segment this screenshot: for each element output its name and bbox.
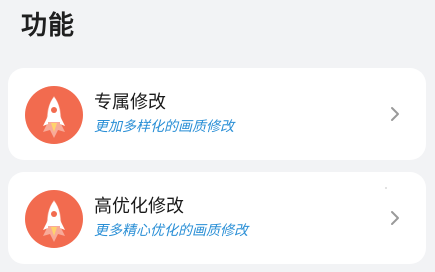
feature-item-subtitle: 更多精心优化的画质修改 bbox=[94, 223, 248, 239]
chevron-right-icon bbox=[391, 211, 399, 225]
feature-item-subtitle: 更加多样化的画质修改 bbox=[94, 119, 234, 135]
feature-page: 功能 专属修改 更加多样化的画质修改 高优化修改 更多精心优化的画质修改 bbox=[0, 0, 435, 272]
decorative-dot bbox=[385, 187, 387, 189]
feature-item-exclusive-mod[interactable]: 专属修改 更加多样化的画质修改 bbox=[8, 68, 426, 160]
rocket-icon bbox=[25, 190, 83, 248]
feature-item-title: 高优化修改 bbox=[94, 196, 184, 217]
chevron-right-icon bbox=[391, 107, 399, 121]
feature-item-high-optimization-mod[interactable]: 高优化修改 更多精心优化的画质修改 bbox=[8, 172, 426, 264]
feature-item-title: 专属修改 bbox=[94, 92, 166, 113]
rocket-icon bbox=[25, 86, 83, 144]
section-title: 功能 bbox=[21, 11, 76, 41]
